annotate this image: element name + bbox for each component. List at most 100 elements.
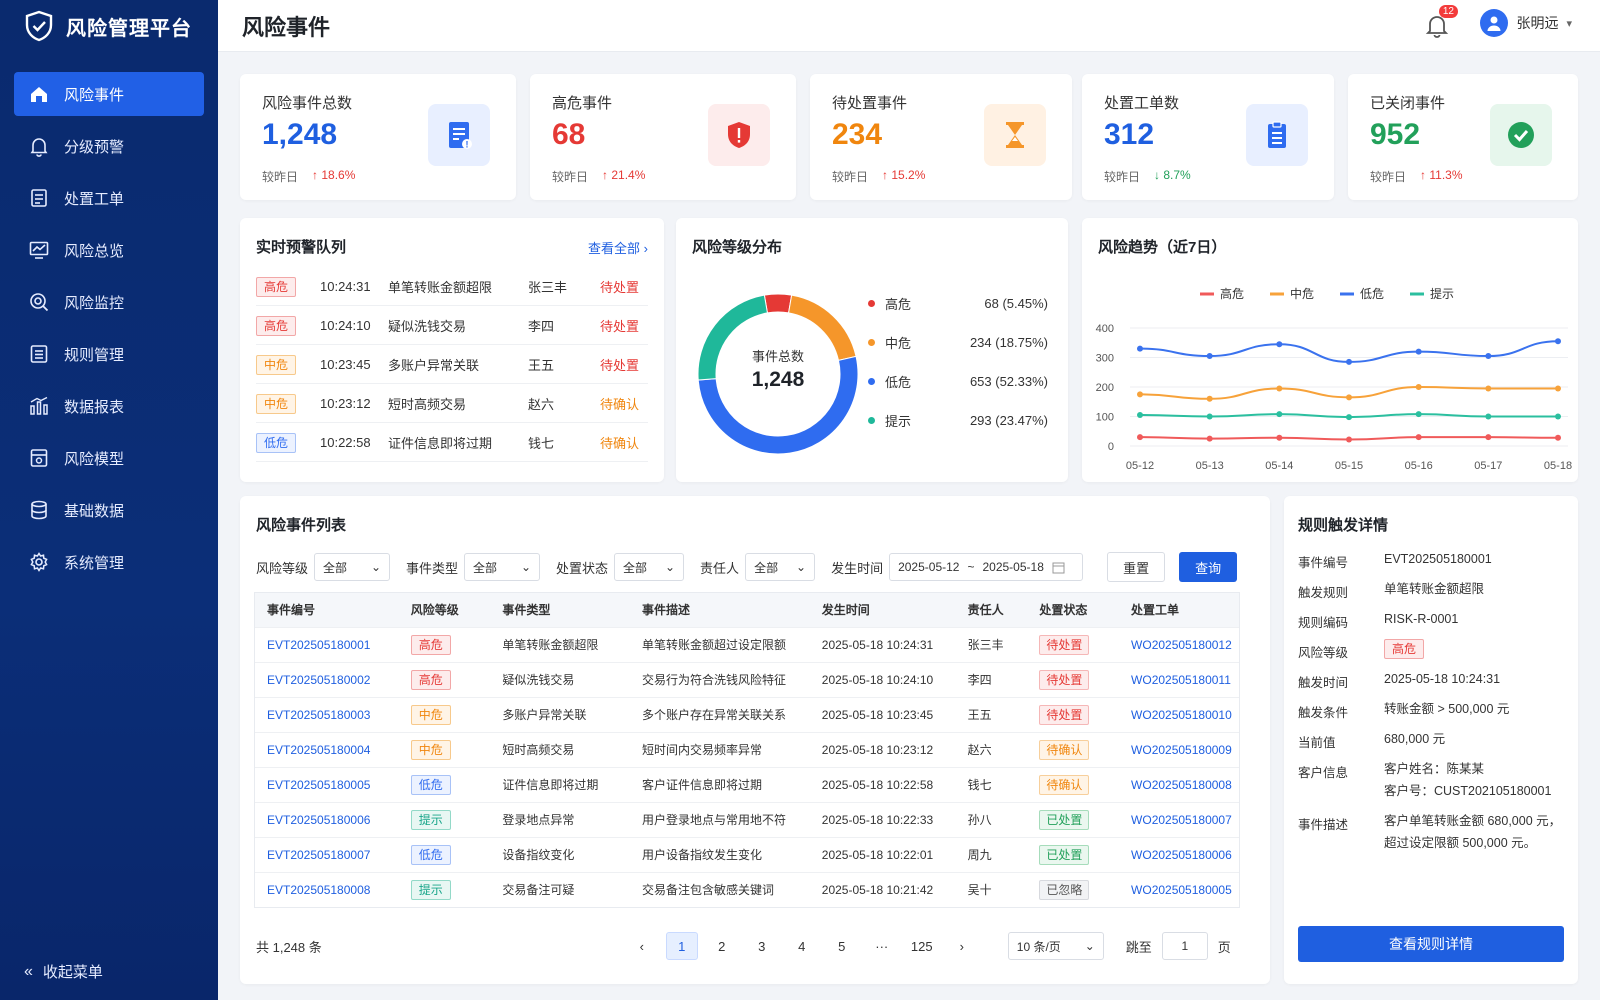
sidebar-item-6[interactable]: 数据报表	[14, 384, 204, 428]
alert-queue-row[interactable]: 中危 10:23:45 多账户异常关联 王五 待处置	[256, 346, 648, 384]
table-row[interactable]: EVT202505180005 低危 证件信息即将过期 客户证件信息即将过期 2025-…	[255, 766, 1239, 802]
risk-level-tag: 提示	[410, 809, 451, 830]
table-row[interactable]: EVT202505180003 中危 多账户异常关联 多个账户存在异常关联关系 2025…	[255, 696, 1239, 732]
legend-name: 低危	[885, 375, 912, 390]
view-all-link[interactable]: 查看全部 ›	[588, 238, 648, 257]
cell-desc: 交易备注包含敏感关键词	[630, 871, 810, 907]
work-order-link[interactable]: WO202505180007	[1119, 801, 1239, 837]
sidebar-item-1[interactable]: 分级预警	[14, 124, 204, 168]
view-rule-detail-button[interactable]: 查看规则详情	[1298, 926, 1564, 962]
page-size-select[interactable]: 10 条/页 ⌄	[1007, 932, 1104, 960]
detail-value-wrap: 单笔转账金额超限	[1384, 578, 1568, 601]
status-filter-select[interactable]: 全部 ⌄	[614, 553, 685, 581]
distribution-title: 风险等级分布	[692, 239, 783, 256]
cell-desc: 交易行为符合洗钱风险特征	[630, 661, 810, 697]
table-row[interactable]: EVT202505180004 中危 短时高频交易 短时间内交易频率异常 2025-05…	[255, 731, 1239, 767]
arrow-icon: ↓	[1154, 168, 1161, 182]
sidebar-menu: 风险事件分级预警处置工单风险总览风险监控规则管理数据报表风险模型基础数据系统管理	[0, 72, 218, 584]
page-button[interactable]: 4	[786, 932, 818, 960]
level-filter-select[interactable]: 全部 ⌄	[314, 553, 391, 581]
sidebar-item-7[interactable]: 风险模型	[14, 436, 204, 480]
sidebar-item-0[interactable]: 风险事件	[14, 72, 204, 116]
event-id-link[interactable]: EVT202505180007	[255, 836, 399, 872]
event-id-link[interactable]: EVT202505180001	[255, 626, 399, 662]
event-id-link[interactable]: EVT202505180005	[255, 766, 399, 802]
owner-filter-value: 全部	[754, 560, 779, 575]
alert-queue-row[interactable]: 高危 10:24:31 单笔转账金额超限 张三丰 待处置	[256, 268, 648, 306]
page-button[interactable]: ···	[866, 932, 898, 960]
sidebar-item-5[interactable]: 规则管理	[14, 332, 204, 376]
sidebar-item-4[interactable]: 风险监控	[14, 280, 204, 324]
stat-change: ↑ 21.4%	[602, 168, 645, 185]
table-row[interactable]: EVT202505180008 提示 交易备注可疑 交易备注包含敏感关键词 2025-0…	[255, 871, 1239, 907]
sidebar-item-2[interactable]: 处置工单	[14, 176, 204, 220]
page-button[interactable]: 2	[706, 932, 738, 960]
stat-label: 高危事件	[552, 95, 613, 112]
event-id-link[interactable]: EVT202505180008	[255, 871, 399, 907]
alert-desc: 证件信息即将过期	[388, 436, 493, 451]
stat-value: 234	[832, 118, 883, 151]
page-button[interactable]: 5	[826, 932, 858, 960]
date-range-picker[interactable]: 2025-05-12 ~ 2025-05-18	[889, 553, 1084, 581]
collapse-menu-button[interactable]: « 收起菜单	[24, 961, 103, 982]
gear-icon	[30, 552, 48, 572]
sidebar-item-9[interactable]: 系统管理	[14, 540, 204, 584]
next-page-button[interactable]: ›	[946, 932, 978, 960]
work-order-link[interactable]: WO202505180012	[1119, 626, 1239, 662]
table-row[interactable]: EVT202505180002 高危 疑似洗钱交易 交易行为符合洗钱风险特征 2025-…	[255, 661, 1239, 697]
table-row[interactable]: EVT202505180001 高危 单笔转账金额超限 单笔转账金额超过设定限额 202…	[255, 626, 1239, 662]
stat-change: ↑ 11.3%	[1420, 168, 1462, 185]
type-filter-select[interactable]: 全部 ⌄	[464, 553, 541, 581]
alert-queue-row[interactable]: 中危 10:23:12 短时高频交易 赵六 待确认	[256, 385, 648, 423]
user-menu[interactable]: 张明远 ▾	[1480, 9, 1572, 37]
legend-dot	[868, 300, 875, 307]
alert-person: 王五	[528, 358, 555, 373]
page-button[interactable]: 125	[906, 932, 938, 960]
page-button[interactable]: 3	[746, 932, 778, 960]
work-order-link[interactable]: WO202505180006	[1119, 836, 1239, 872]
event-id-link[interactable]: EVT202505180006	[255, 801, 399, 837]
goto-label: 跳至	[1125, 939, 1152, 955]
alert-queue-row[interactable]: 高危 10:24:10 疑似洗钱交易 李四 待处置	[256, 307, 648, 345]
data-point	[1206, 353, 1213, 360]
owner-filter-select[interactable]: 全部 ⌄	[745, 553, 816, 581]
table-row[interactable]: EVT202505180007 低危 设备指纹变化 用户设备指纹发生变化 2025-05…	[255, 836, 1239, 872]
stat-value: 1,248	[262, 118, 338, 151]
detail-key: 事件描述	[1298, 818, 1349, 832]
target-icon	[30, 293, 49, 312]
event-id-link[interactable]: EVT202505180003	[255, 696, 399, 732]
app-logo: 风险管理平台	[0, 0, 218, 52]
detail-key: 触发条件	[1298, 706, 1349, 720]
work-order-link[interactable]: WO202505180009	[1119, 731, 1239, 767]
sidebar-item-8[interactable]: 基础数据	[14, 488, 204, 532]
event-id-link[interactable]: EVT202505180004	[255, 731, 399, 767]
status-tag: 待处置	[1039, 669, 1090, 690]
stat-change-value: 18.6%	[321, 168, 356, 182]
data-point	[1415, 348, 1422, 355]
reset-button[interactable]: 重置	[1107, 552, 1166, 582]
work-order-link[interactable]: WO202505180011	[1119, 661, 1239, 697]
type-filter-label: 事件类型	[406, 560, 459, 576]
notification-button[interactable]: 12	[1424, 5, 1458, 38]
event-id-link[interactable]: EVT202505180002	[255, 661, 399, 697]
work-order-link[interactable]: WO202505180008	[1119, 766, 1239, 802]
alert-queue-row[interactable]: 低危 10:22:58 证件信息即将过期 钱七 待确认	[256, 424, 648, 462]
query-button[interactable]: 查询	[1179, 552, 1238, 582]
goto-page-input[interactable]: 1	[1161, 932, 1208, 960]
chevron-down-icon: ⌄	[796, 560, 807, 574]
table-row[interactable]: EVT202505180006 提示 登录地点异常 用户登录地点与常用地不符 2025-…	[255, 801, 1239, 837]
sidebar-item-3[interactable]: 风险总览	[14, 228, 204, 272]
page-button[interactable]: 1	[665, 932, 698, 960]
arrow-icon: ↑	[1420, 168, 1427, 182]
stat-label: 待处置事件	[832, 95, 908, 112]
risk-level-tag: 高危	[256, 276, 297, 297]
legend-label: 提示	[1430, 286, 1454, 301]
prev-page-button[interactable]: ‹	[626, 932, 658, 960]
shield-alert-icon	[728, 122, 750, 148]
x-tick-label: 05-14	[1265, 460, 1293, 472]
cell-owner: 孙八	[955, 801, 1028, 837]
work-order-link[interactable]: WO202505180005	[1119, 871, 1239, 907]
alert-person: 李四	[528, 319, 555, 334]
work-order-link[interactable]: WO202505180010	[1119, 696, 1239, 732]
cell-status: 已忽略	[1027, 871, 1120, 907]
